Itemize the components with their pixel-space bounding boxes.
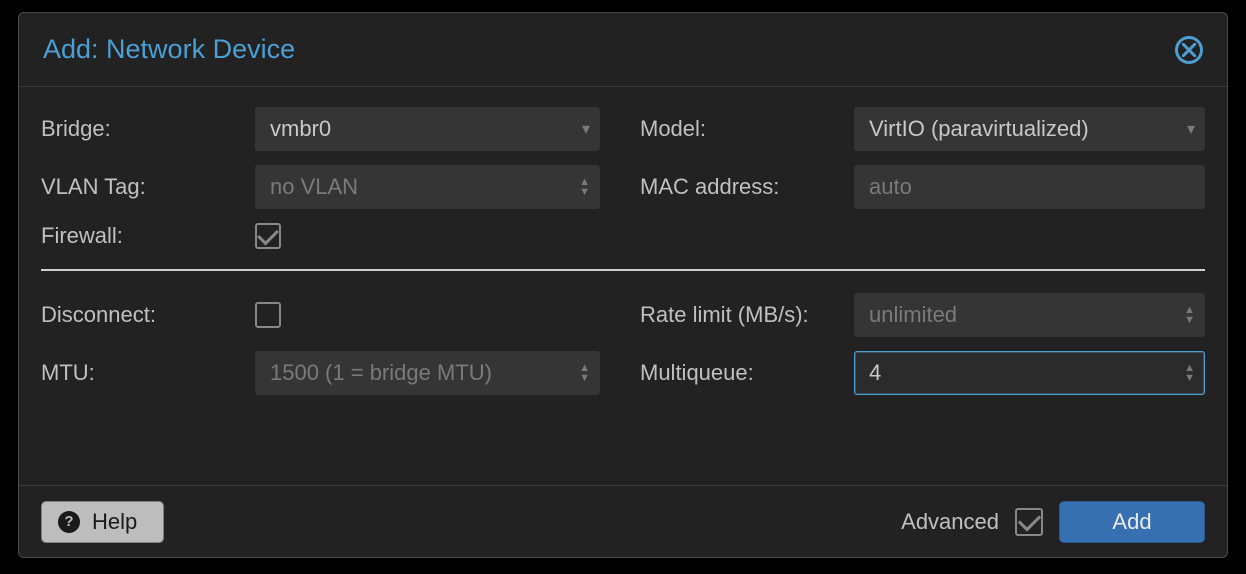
firewall-checkbox[interactable] — [255, 223, 281, 249]
dialog-body: Bridge: vmbr0 ▾ Model: VirtIO (paravirtu… — [19, 87, 1227, 485]
close-icon — [1182, 43, 1196, 57]
advanced-label: Advanced — [901, 509, 999, 535]
mac-label: MAC address: — [640, 174, 854, 200]
model-select[interactable]: VirtIO (paravirtualized) — [854, 107, 1205, 151]
dialog-footer: ? Help Advanced Add — [19, 485, 1227, 557]
close-button[interactable] — [1175, 36, 1203, 64]
vlan-input[interactable] — [255, 165, 600, 209]
mtu-input[interactable] — [255, 351, 600, 395]
mac-input[interactable] — [854, 165, 1205, 209]
model-label: Model: — [640, 116, 854, 142]
add-button[interactable]: Add — [1059, 501, 1205, 543]
section-divider — [41, 269, 1205, 271]
ratelimit-input[interactable] — [854, 293, 1205, 337]
vlan-label: VLAN Tag: — [41, 174, 255, 200]
disconnect-label: Disconnect: — [41, 302, 255, 328]
multiqueue-label: Multiqueue: — [640, 360, 854, 386]
help-button[interactable]: ? Help — [41, 501, 164, 543]
dialog-title: Add: Network Device — [43, 34, 295, 65]
help-icon: ? — [58, 511, 80, 533]
add-network-device-dialog: Add: Network Device Bridge: vmbr0 ▾ Mode… — [18, 12, 1228, 558]
multiqueue-input[interactable] — [854, 351, 1205, 395]
bridge-label: Bridge: — [41, 116, 255, 142]
mtu-label: MTU: — [41, 360, 255, 386]
dialog-titlebar: Add: Network Device — [19, 13, 1227, 87]
bridge-select[interactable]: vmbr0 — [255, 107, 600, 151]
ratelimit-label: Rate limit (MB/s): — [640, 302, 854, 328]
disconnect-checkbox[interactable] — [255, 302, 281, 328]
advanced-checkbox[interactable] — [1015, 508, 1043, 536]
help-label: Help — [92, 509, 137, 535]
firewall-label: Firewall: — [41, 223, 255, 249]
